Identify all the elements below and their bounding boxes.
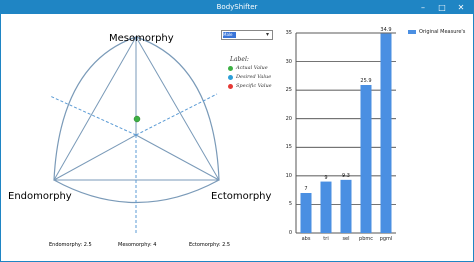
bar-sel — [340, 179, 352, 233]
y-tick-label: 30 — [285, 58, 292, 65]
series-name: Original Measure's — [419, 29, 466, 35]
x-tick-label: pbmc — [359, 236, 373, 242]
bar-value-label: 9.3 — [342, 172, 350, 179]
x-tick-label: tri — [323, 236, 329, 242]
bar-tri — [320, 181, 332, 233]
bar-value-label: 9 — [324, 174, 328, 181]
bar-abs — [300, 193, 312, 233]
title-bar: BodyShifter – □ ✕ — [1, 1, 473, 14]
x-tick-label: abs — [301, 236, 311, 242]
y-tick-label: 10 — [285, 172, 292, 179]
bar-pbmc — [360, 85, 372, 233]
maximize-icon[interactable]: □ — [433, 1, 451, 14]
y-tick-label: 5 — [288, 201, 292, 208]
bar-pgml — [380, 33, 392, 233]
y-tick-label: 25 — [285, 87, 292, 94]
app-window: BodyShifter – □ ✕ Mesomorphy Endomorphy … — [0, 0, 474, 262]
measure-chart — [295, 32, 396, 234]
bar-value-label: 25.9 — [360, 78, 372, 84]
minimize-icon[interactable]: – — [414, 1, 432, 14]
y-tick-label: 15 — [285, 144, 292, 151]
y-tick-label: 20 — [285, 115, 292, 122]
close-icon[interactable]: ✕ — [452, 1, 470, 14]
client-area: Mesomorphy Endomorphy Ectomorphy Endomor… — [2, 15, 472, 261]
y-tick-label: 35 — [285, 30, 292, 36]
y-tick-label: 0 — [288, 230, 292, 236]
series-swatch — [408, 30, 416, 34]
x-tick-label: sel — [342, 236, 350, 242]
x-tick-label: pgml — [379, 236, 393, 242]
bar-value-label: 34.9 — [380, 26, 392, 33]
bar-value-label: 7 — [304, 186, 308, 192]
window-title: BodyShifter — [216, 3, 258, 11]
